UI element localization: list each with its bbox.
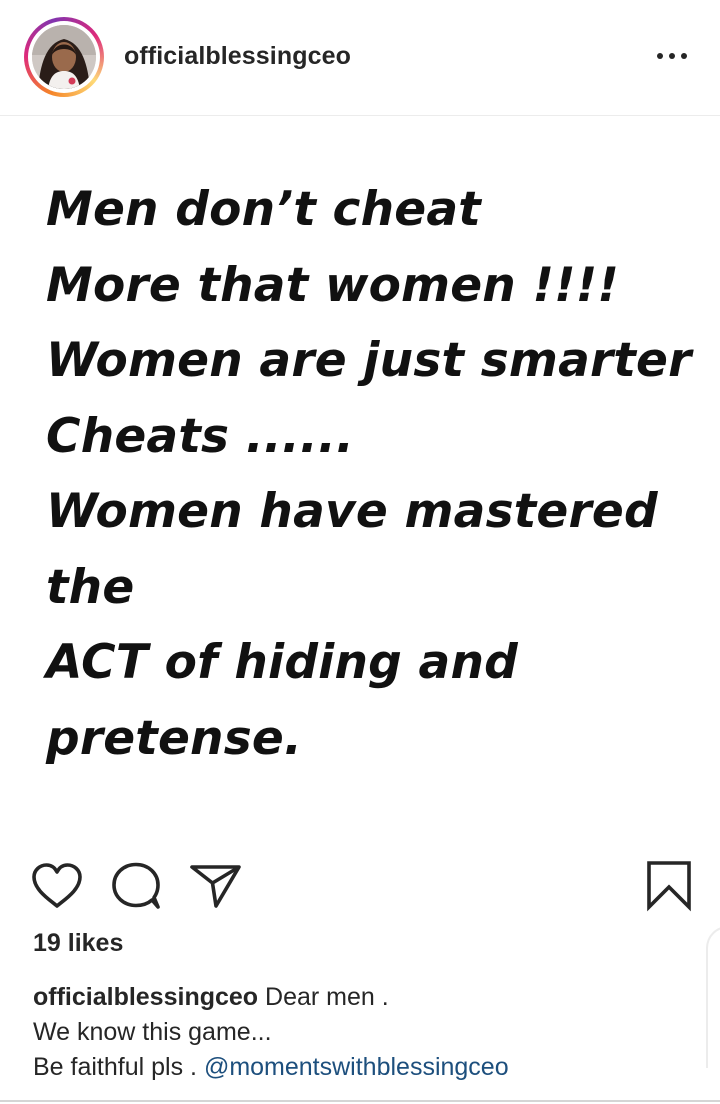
post-text-line: ACT of hiding and <box>46 635 518 690</box>
post-username[interactable]: officialblessingceo <box>124 40 351 72</box>
caption-text: Be faithful pls . <box>33 1053 204 1081</box>
post-caption: officialblessingceo Dear men . We know t… <box>33 980 509 1085</box>
caption-line: officialblessingceo Dear men . <box>33 980 509 1015</box>
caption-line: We know this game... <box>33 1018 272 1046</box>
send-icon[interactable] <box>188 860 244 910</box>
post-text-line: Women are just smarter <box>46 333 692 388</box>
more-icon[interactable] <box>652 46 692 66</box>
heart-icon[interactable] <box>30 861 84 911</box>
post-text-line: Women have mastered <box>46 484 658 539</box>
post-text-line: Men don’t cheat <box>46 182 481 237</box>
edge-card-border <box>706 926 720 1068</box>
avatar-image <box>32 25 96 89</box>
post-image-text: Men don’t cheat More that women !!!! Wom… <box>46 172 692 776</box>
post-text-line: More that women !!!! <box>46 257 620 313</box>
likes-count[interactable]: 19 likes <box>33 926 123 960</box>
caption-text: Dear men . <box>258 983 389 1011</box>
caption-username[interactable]: officialblessingceo <box>33 983 258 1011</box>
post-image[interactable]: Men don’t cheat More that women !!!! Wom… <box>0 116 720 834</box>
comment-icon[interactable] <box>108 860 164 912</box>
post-header: officialblessingceo <box>0 0 720 116</box>
avatar[interactable] <box>32 25 96 89</box>
story-ring[interactable] <box>24 17 104 97</box>
post-text-line: the <box>46 559 135 615</box>
caption-mention-link[interactable]: @momentswithblessingceo <box>204 1053 509 1081</box>
caption-line: Be faithful pls . @momentswithblessingce… <box>33 1050 509 1085</box>
divider <box>0 1100 720 1102</box>
post-text-line: Cheats ...... <box>46 408 355 464</box>
bookmark-icon[interactable] <box>644 860 694 912</box>
post-text-line: pretense. <box>46 710 303 766</box>
post-actions <box>0 850 720 920</box>
